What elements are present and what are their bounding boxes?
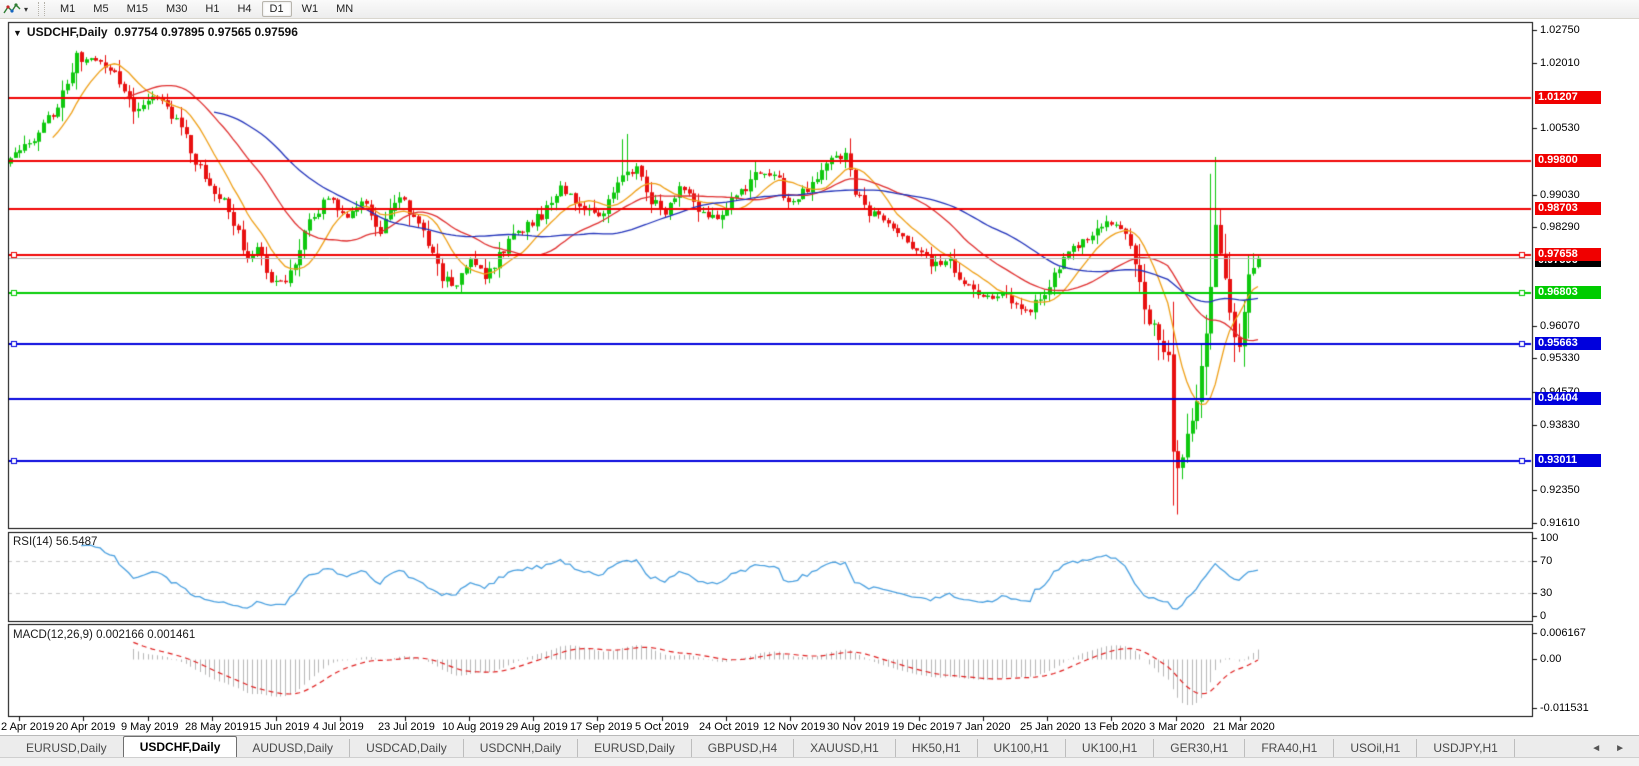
- date-axis-label: 7 Jan 2020: [956, 721, 1010, 733]
- timeframe-button-d1[interactable]: D1: [262, 1, 292, 17]
- timeframe-button-h4[interactable]: H4: [229, 1, 259, 17]
- price-level-label[interactable]: 0.95663: [1535, 337, 1601, 350]
- date-axis-label: 4 Jul 2019: [313, 721, 364, 733]
- chart-tab-14-usdjpy-h1[interactable]: USDJPY,H1: [1417, 739, 1514, 758]
- date-axis-label: 17 Sep 2019: [570, 721, 632, 733]
- timeframe-button-m30[interactable]: M30: [158, 1, 195, 17]
- price-level-label[interactable]: 0.94404: [1535, 392, 1601, 405]
- ohlc-close: 0.97596: [254, 25, 297, 39]
- price-axis-tick-label: 0.91610: [1540, 517, 1580, 529]
- price-level-label[interactable]: 0.99800: [1535, 154, 1601, 167]
- rsi-axis-tick-label: 30: [1540, 587, 1552, 599]
- timeframe-button-m15[interactable]: M15: [119, 1, 156, 17]
- date-axis-label: 28 May 2019: [185, 721, 249, 733]
- chart-title: ▼ USDCHF,Daily 0.97754 0.97895 0.97565 0.…: [13, 25, 298, 39]
- timeframe-button-w1[interactable]: W1: [294, 1, 327, 17]
- chart-tab-0-eurusd-daily[interactable]: EURUSD,Daily: [10, 739, 124, 758]
- price-level-label[interactable]: 1.01207: [1535, 91, 1601, 104]
- chart-canvas[interactable]: [0, 0, 1639, 765]
- date-axis-label: 20 Apr 2019: [56, 721, 115, 733]
- chart-tab-13-usoil-h1[interactable]: USOil,H1: [1334, 739, 1417, 758]
- macd-axis-tick-label: -0.011531: [1540, 702, 1589, 714]
- date-axis-label: 21 Mar 2020: [1213, 721, 1275, 733]
- price-axis-tick-label: 0.93830: [1540, 419, 1580, 431]
- chart-tab-7-xauusd-h1[interactable]: XAUUSD,H1: [794, 739, 896, 758]
- date-axis-label: 23 Jul 2019: [378, 721, 435, 733]
- price-level-label[interactable]: 0.93011: [1535, 454, 1601, 467]
- chart-tab-11-ger30-h1[interactable]: GER30,H1: [1154, 739, 1245, 758]
- tab-scroll-right-icon[interactable]: ►: [1615, 743, 1625, 754]
- chart-tab-1-usdchf-daily[interactable]: USDCHF,Daily: [123, 736, 238, 758]
- symbol-label: USDCHF,Daily: [27, 25, 108, 39]
- price-level-label[interactable]: 0.97658: [1535, 248, 1601, 261]
- timeframe-button-h1[interactable]: H1: [197, 1, 227, 17]
- tabs-holder: EURUSD,DailyUSDCHF,DailyAUDUSD,DailyUSDC…: [10, 736, 1515, 758]
- chart-tab-2-audusd-daily[interactable]: AUDUSD,Daily: [236, 739, 350, 758]
- chart-tab-3-usdcad-daily[interactable]: USDCAD,Daily: [350, 739, 464, 758]
- date-axis-label: 3 Mar 2020: [1149, 721, 1205, 733]
- price-axis-tick-label: 0.98290: [1540, 221, 1580, 233]
- timeframe-toolbar: ▾ M1M5M15M30H1H4D1W1MN: [0, 0, 1639, 19]
- timeframe-button-m5[interactable]: M5: [85, 1, 116, 17]
- chart-tab-8-hk50-h1[interactable]: HK50,H1: [896, 739, 978, 758]
- macd-axis-tick-label: 0.006167: [1540, 627, 1586, 639]
- date-axis-label: 19 Dec 2019: [892, 721, 954, 733]
- chart-tab-4-usdcnh-daily[interactable]: USDCNH,Daily: [464, 739, 578, 758]
- price-axis-tick-label: 1.02750: [1540, 24, 1580, 36]
- timeframe-button-m1[interactable]: M1: [52, 1, 83, 17]
- date-axis-label: 15 Jun 2019: [249, 721, 310, 733]
- ohlc-open: 0.97754: [114, 25, 157, 39]
- date-axis-label: 24 Oct 2019: [699, 721, 759, 733]
- chart-tab-10-uk100-h1[interactable]: UK100,H1: [1066, 739, 1154, 758]
- mt4-window: ▾ M1M5M15M30H1H4D1W1MN ▼ USDCHF,Daily 0.9…: [0, 0, 1639, 765]
- tab-scroll-left-icon[interactable]: ◄: [1591, 743, 1601, 754]
- price-axis-tick-label: 1.02010: [1540, 57, 1580, 69]
- macd-pane-title: MACD(12,26,9) 0.002166 0.001461: [13, 629, 195, 641]
- indicators-zigzag-icon[interactable]: [2, 2, 22, 16]
- date-axis-label: 25 Jan 2020: [1020, 721, 1081, 733]
- chart-tab-9-uk100-h1[interactable]: UK100,H1: [978, 739, 1066, 758]
- chart-tab-12-fra40-h1[interactable]: FRA40,H1: [1245, 739, 1334, 758]
- date-axis-label: 2 Apr 2019: [1, 721, 54, 733]
- timeframe-button-mn[interactable]: MN: [328, 1, 361, 17]
- date-axis-label: 30 Nov 2019: [827, 721, 889, 733]
- chart-tab-bar: EURUSD,DailyUSDCHF,DailyAUDUSD,DailyUSDC…: [0, 735, 1639, 758]
- chart-tab-6-gbpusd-h4[interactable]: GBPUSD,H4: [692, 739, 794, 758]
- toolbar-separator: [38, 2, 45, 16]
- ohlc-high: 0.97895: [161, 25, 204, 39]
- macd-axis-tick-label: 0.00: [1540, 653, 1561, 665]
- timeframe-buttons: M1M5M15M30H1H4D1W1MN: [51, 3, 362, 15]
- price-axis-tick-label: 0.96070: [1540, 320, 1580, 332]
- rsi-axis-tick-label: 0: [1540, 610, 1546, 622]
- date-axis-label: 13 Feb 2020: [1084, 721, 1146, 733]
- price-axis-tick-label: 1.00530: [1540, 122, 1580, 134]
- rsi-axis-tick-label: 70: [1540, 555, 1552, 567]
- price-level-label[interactable]: 0.98703: [1535, 202, 1601, 215]
- date-axis-label: 10 Aug 2019: [442, 721, 504, 733]
- tab-scroll-controls: ◄ ►: [1591, 743, 1639, 758]
- date-axis-label: 12 Nov 2019: [763, 721, 825, 733]
- symbol-dropdown-icon[interactable]: ▼: [13, 28, 22, 38]
- rsi-axis-tick-label: 100: [1540, 532, 1558, 544]
- price-axis-tick-label: 0.99030: [1540, 189, 1580, 201]
- ohlc-low: 0.97565: [208, 25, 251, 39]
- chart-tab-5-eurusd-daily[interactable]: EURUSD,Daily: [578, 739, 692, 758]
- date-axis-label: 5 Oct 2019: [635, 721, 689, 733]
- chevron-down-icon[interactable]: ▾: [24, 5, 28, 14]
- date-axis-label: 9 May 2019: [121, 721, 178, 733]
- price-axis-tick-label: 0.95330: [1540, 352, 1580, 364]
- rsi-pane-title: RSI(14) 56.5487: [13, 536, 97, 548]
- price-axis-tick-label: 0.92350: [1540, 484, 1580, 496]
- date-axis-label: 29 Aug 2019: [506, 721, 568, 733]
- price-level-label[interactable]: 0.96803: [1535, 286, 1601, 299]
